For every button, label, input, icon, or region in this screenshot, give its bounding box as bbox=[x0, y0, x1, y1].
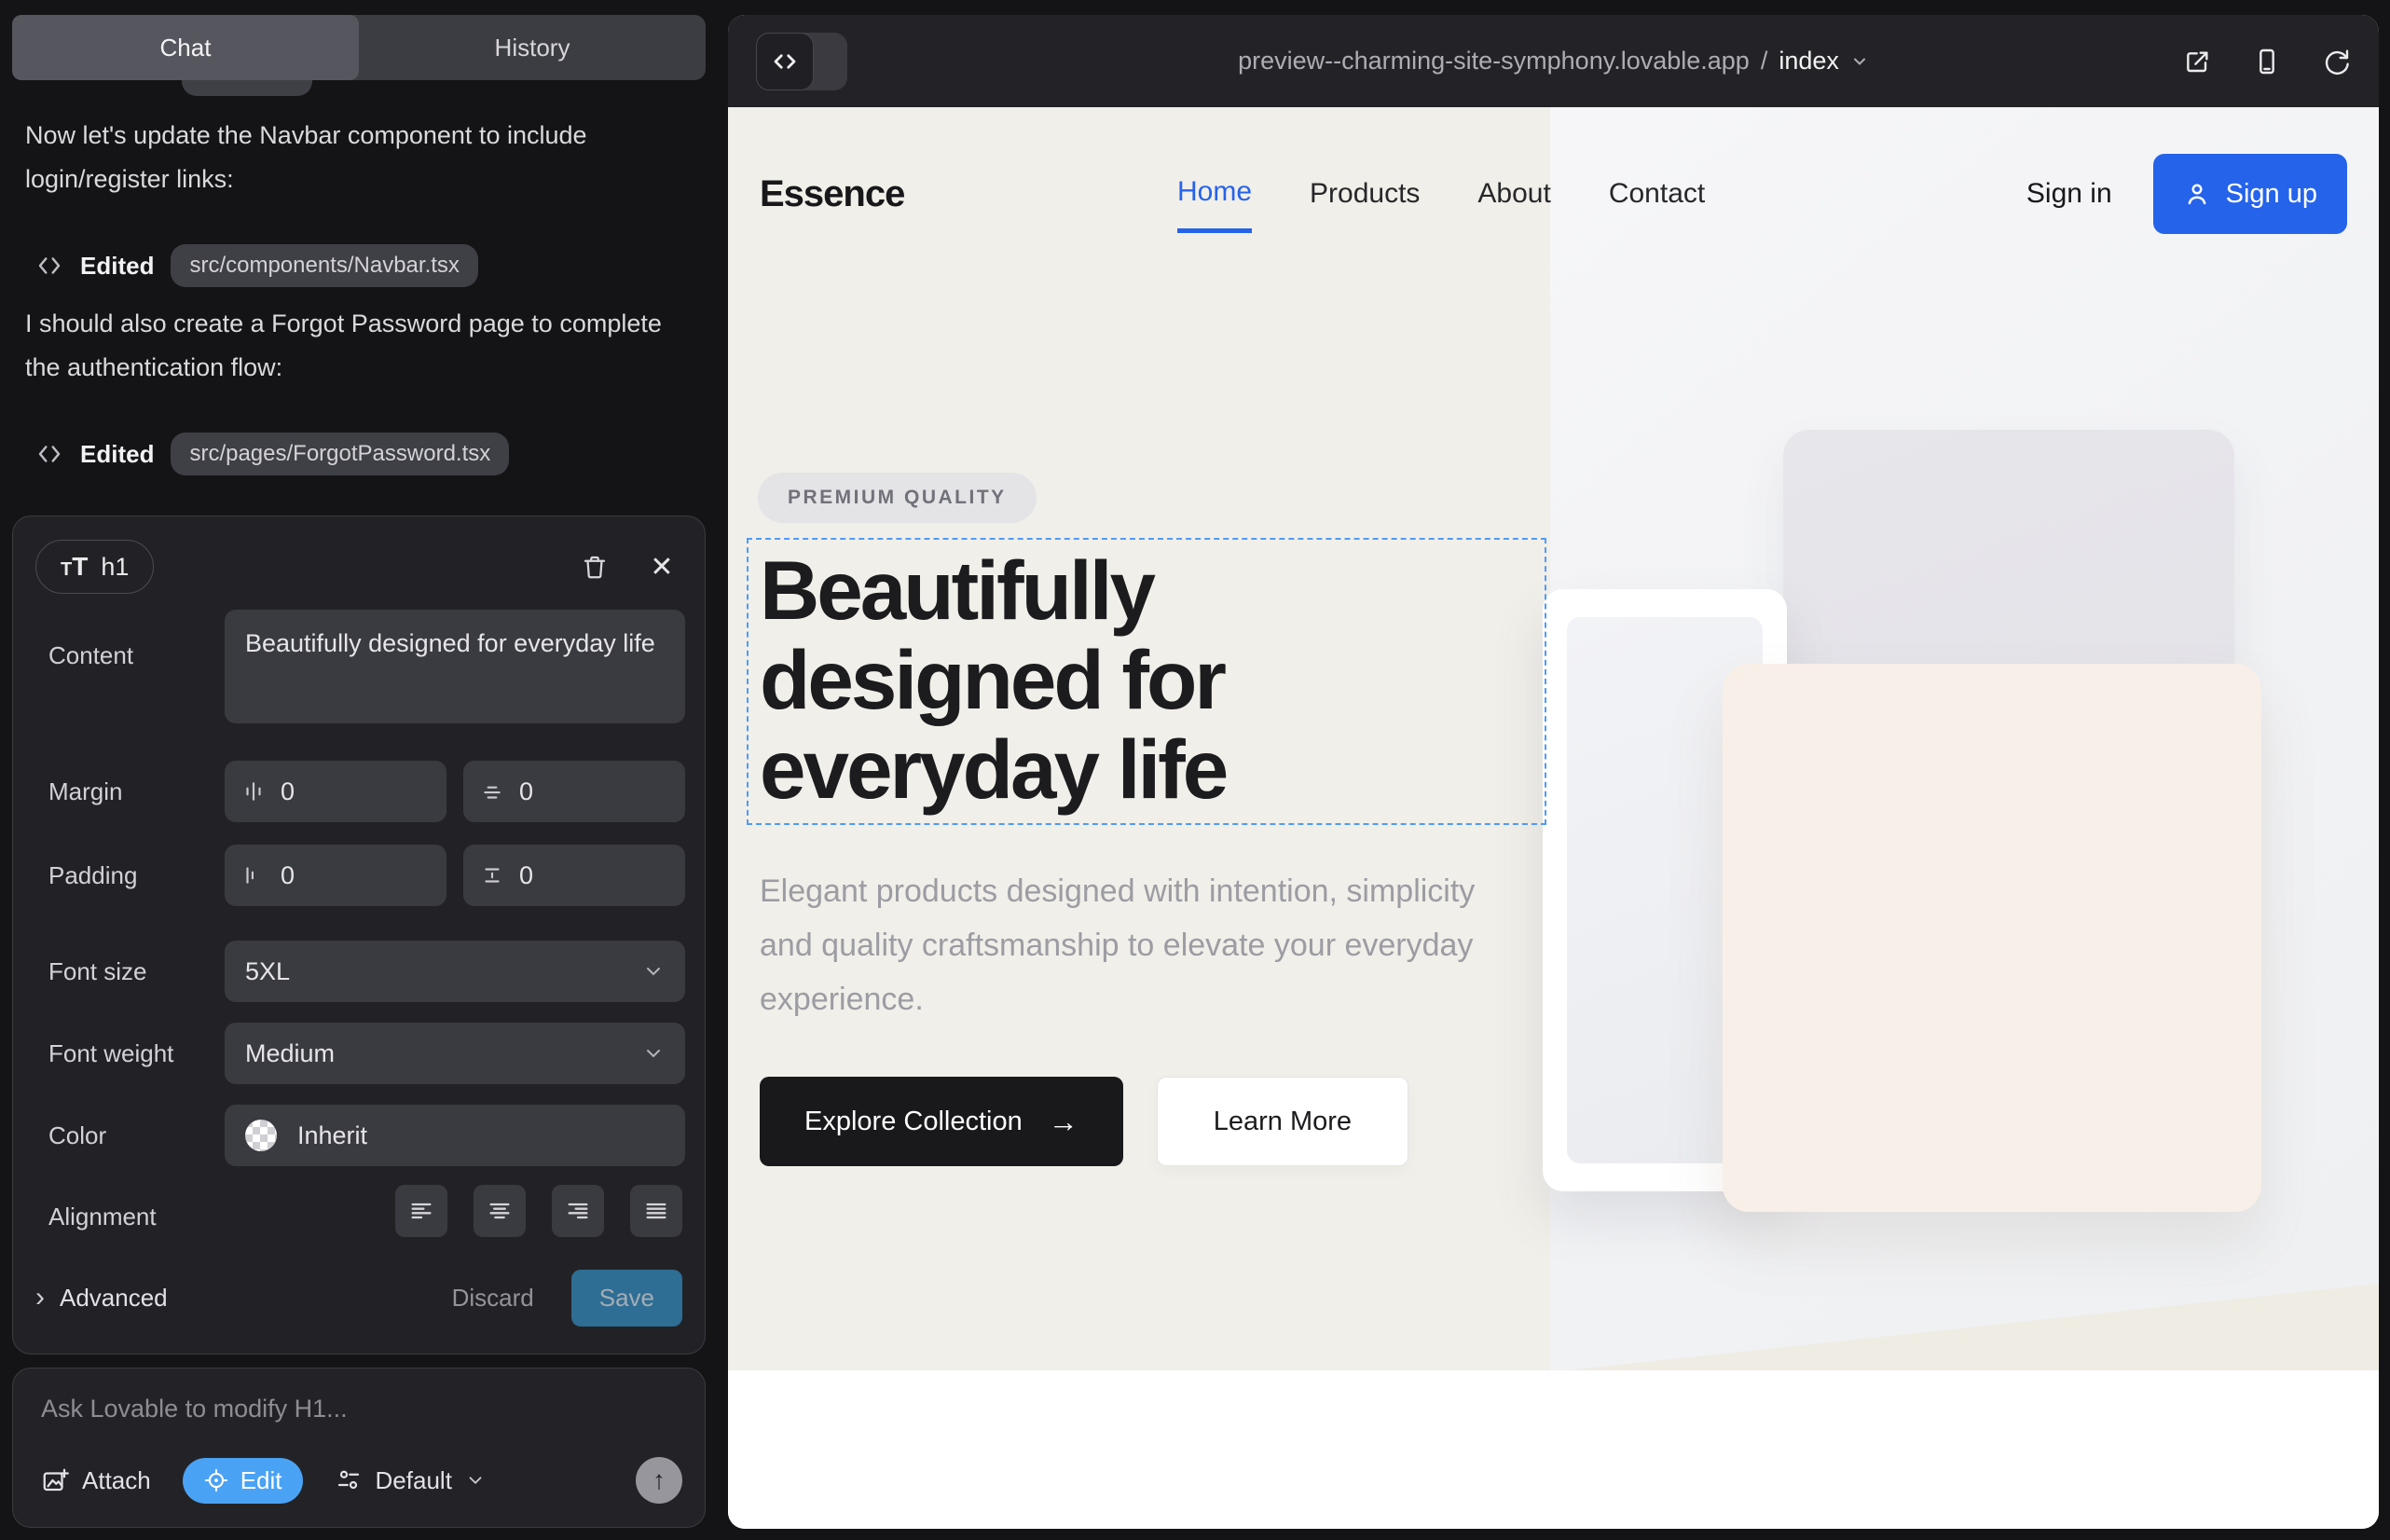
padding-x-input[interactable]: 0 bbox=[225, 845, 446, 906]
user-icon bbox=[2183, 180, 2211, 208]
content-input[interactable]: Beautifully designed for everyday life bbox=[225, 610, 685, 723]
edit-mode-button[interactable]: Edit bbox=[183, 1458, 303, 1504]
chevron-down-icon bbox=[642, 1042, 665, 1065]
code-icon bbox=[35, 440, 63, 468]
refresh-button[interactable] bbox=[2321, 47, 2351, 76]
site-logo[interactable]: Essence bbox=[760, 173, 904, 215]
file-chip[interactable]: src/components/Navbar.tsx bbox=[171, 244, 477, 287]
save-button[interactable]: Save bbox=[571, 1270, 682, 1327]
font-weight-label: Font weight bbox=[48, 1039, 173, 1068]
code-icon bbox=[756, 33, 814, 90]
sign-up-button[interactable]: Sign up bbox=[2153, 154, 2347, 234]
align-left-button[interactable] bbox=[395, 1185, 447, 1237]
nav-link-home[interactable]: Home bbox=[1177, 176, 1252, 233]
nav-link-about[interactable]: About bbox=[1477, 178, 1550, 210]
nav-links: Home Products About Contact bbox=[1177, 107, 1705, 281]
chevron-down-icon bbox=[1850, 52, 1869, 71]
chat-history-tabbar: Chat History bbox=[12, 15, 706, 80]
edited-file-row: Edited src/pages/ForgotPassword.tsx bbox=[35, 433, 509, 475]
margin-x-input[interactable]: 0 bbox=[225, 761, 446, 822]
hero-badge: PREMIUM QUALITY bbox=[758, 473, 1037, 523]
alignment-label: Alignment bbox=[48, 1203, 157, 1231]
margin-y-input[interactable]: 0 bbox=[463, 761, 685, 822]
padding-label: Padding bbox=[48, 861, 137, 890]
explore-collection-button[interactable]: Explore Collection → bbox=[760, 1077, 1123, 1166]
margin-label: Margin bbox=[48, 777, 122, 806]
tab-chat[interactable]: Chat bbox=[12, 15, 359, 80]
element-editor-panel: TT h1 ✕ Content Beautifully designed for… bbox=[12, 516, 706, 1354]
url-page: index bbox=[1779, 47, 1839, 76]
delete-element-button[interactable] bbox=[574, 546, 615, 587]
type-icon: TT bbox=[61, 552, 88, 582]
attach-button[interactable]: Attach bbox=[41, 1466, 151, 1495]
open-external-button[interactable] bbox=[2183, 47, 2213, 76]
mode-selector[interactable]: Default bbox=[335, 1466, 486, 1495]
close-panel-button[interactable]: ✕ bbox=[641, 546, 682, 587]
chevron-right-icon: › bbox=[35, 1282, 45, 1313]
edited-label: Edited bbox=[80, 252, 154, 281]
hero-card-cream bbox=[1723, 664, 2261, 1212]
sliders-icon bbox=[335, 1466, 363, 1494]
editor-footer: › Advanced Discard Save bbox=[35, 1268, 682, 1327]
prompt-placeholder: Ask Lovable to modify H1... bbox=[41, 1395, 348, 1423]
arrow-right-icon: → bbox=[1049, 1105, 1078, 1139]
nav-link-contact[interactable]: Contact bbox=[1609, 178, 1705, 210]
prompt-input-card[interactable]: Ask Lovable to modify H1... Attach Edit … bbox=[12, 1368, 706, 1528]
margin-x-icon bbox=[241, 779, 266, 804]
font-size-select[interactable]: 5XL bbox=[225, 941, 685, 1002]
url-domain: preview--charming-site-symphony.lovable.… bbox=[1238, 47, 1750, 76]
chat-sidebar: Chat History Now let's update the Navbar… bbox=[0, 0, 728, 1540]
file-chip[interactable]: src/pages/ForgotPassword.tsx bbox=[171, 433, 509, 475]
element-tag-label: h1 bbox=[101, 553, 129, 582]
hero-cta-row: Explore Collection → Learn More bbox=[760, 1077, 1408, 1166]
align-justify-button[interactable] bbox=[630, 1185, 682, 1237]
edited-file-row: Edited src/components/Navbar.tsx bbox=[35, 244, 478, 287]
editor-header: TT h1 ✕ bbox=[35, 537, 682, 597]
browser-chrome: preview--charming-site-symphony.lovable.… bbox=[728, 15, 2379, 107]
hero-headline[interactable]: Beautifully designed for everyday life bbox=[760, 545, 1226, 814]
align-center-button[interactable] bbox=[474, 1185, 526, 1237]
preview-frame: preview--charming-site-symphony.lovable.… bbox=[728, 15, 2379, 1529]
padding-y-input[interactable]: 0 bbox=[463, 845, 685, 906]
chevron-down-icon bbox=[642, 960, 665, 983]
code-view-toggle[interactable] bbox=[756, 33, 847, 90]
nav-link-products[interactable]: Products bbox=[1310, 178, 1420, 210]
content-label: Content bbox=[48, 641, 133, 670]
element-tag-badge: TT h1 bbox=[35, 540, 154, 594]
font-weight-select[interactable]: Medium bbox=[225, 1023, 685, 1084]
edited-label: Edited bbox=[80, 440, 154, 469]
color-label: Color bbox=[48, 1121, 106, 1150]
assistant-message: I should also create a Forgot Password p… bbox=[25, 302, 702, 390]
advanced-toggle[interactable]: › Advanced bbox=[35, 1282, 168, 1313]
url-bar: preview--charming-site-symphony.lovable.… bbox=[728, 15, 2379, 107]
learn-more-button[interactable]: Learn More bbox=[1157, 1077, 1408, 1166]
code-icon bbox=[35, 252, 63, 280]
close-icon: ✕ bbox=[650, 551, 673, 584]
mobile-view-button[interactable] bbox=[2252, 47, 2282, 76]
site-navbar: Essence Home Products About Contact Sign… bbox=[728, 107, 2379, 281]
prompt-toolbar: Attach Edit Default ↑ bbox=[41, 1454, 682, 1506]
sign-in-link[interactable]: Sign in bbox=[2026, 178, 2112, 210]
transparency-swatch-icon bbox=[245, 1120, 277, 1151]
crosshair-icon bbox=[203, 1467, 229, 1493]
align-right-button[interactable] bbox=[552, 1185, 604, 1237]
hero-description: Elegant products designed with intention… bbox=[760, 864, 1515, 1026]
tab-history[interactable]: History bbox=[359, 15, 706, 80]
padding-y-icon bbox=[480, 863, 504, 887]
chevron-down-icon bbox=[465, 1470, 486, 1491]
assistant-message: Now let's update the Navbar component to… bbox=[25, 114, 702, 201]
color-select[interactable]: Inherit bbox=[225, 1105, 685, 1166]
alignment-buttons bbox=[395, 1185, 682, 1237]
clipped-badge bbox=[182, 80, 312, 96]
attach-image-icon bbox=[41, 1466, 69, 1494]
discard-button[interactable]: Discard bbox=[452, 1284, 534, 1313]
send-button[interactable]: ↑ bbox=[636, 1457, 682, 1504]
nav-auth: Sign in Sign up bbox=[2026, 107, 2347, 281]
chrome-actions bbox=[2183, 47, 2351, 76]
font-size-label: Font size bbox=[48, 957, 147, 986]
padding-x-icon bbox=[241, 863, 266, 887]
margin-y-icon bbox=[480, 779, 504, 804]
site-canvas: Essence Home Products About Contact Sign… bbox=[728, 107, 2379, 1529]
